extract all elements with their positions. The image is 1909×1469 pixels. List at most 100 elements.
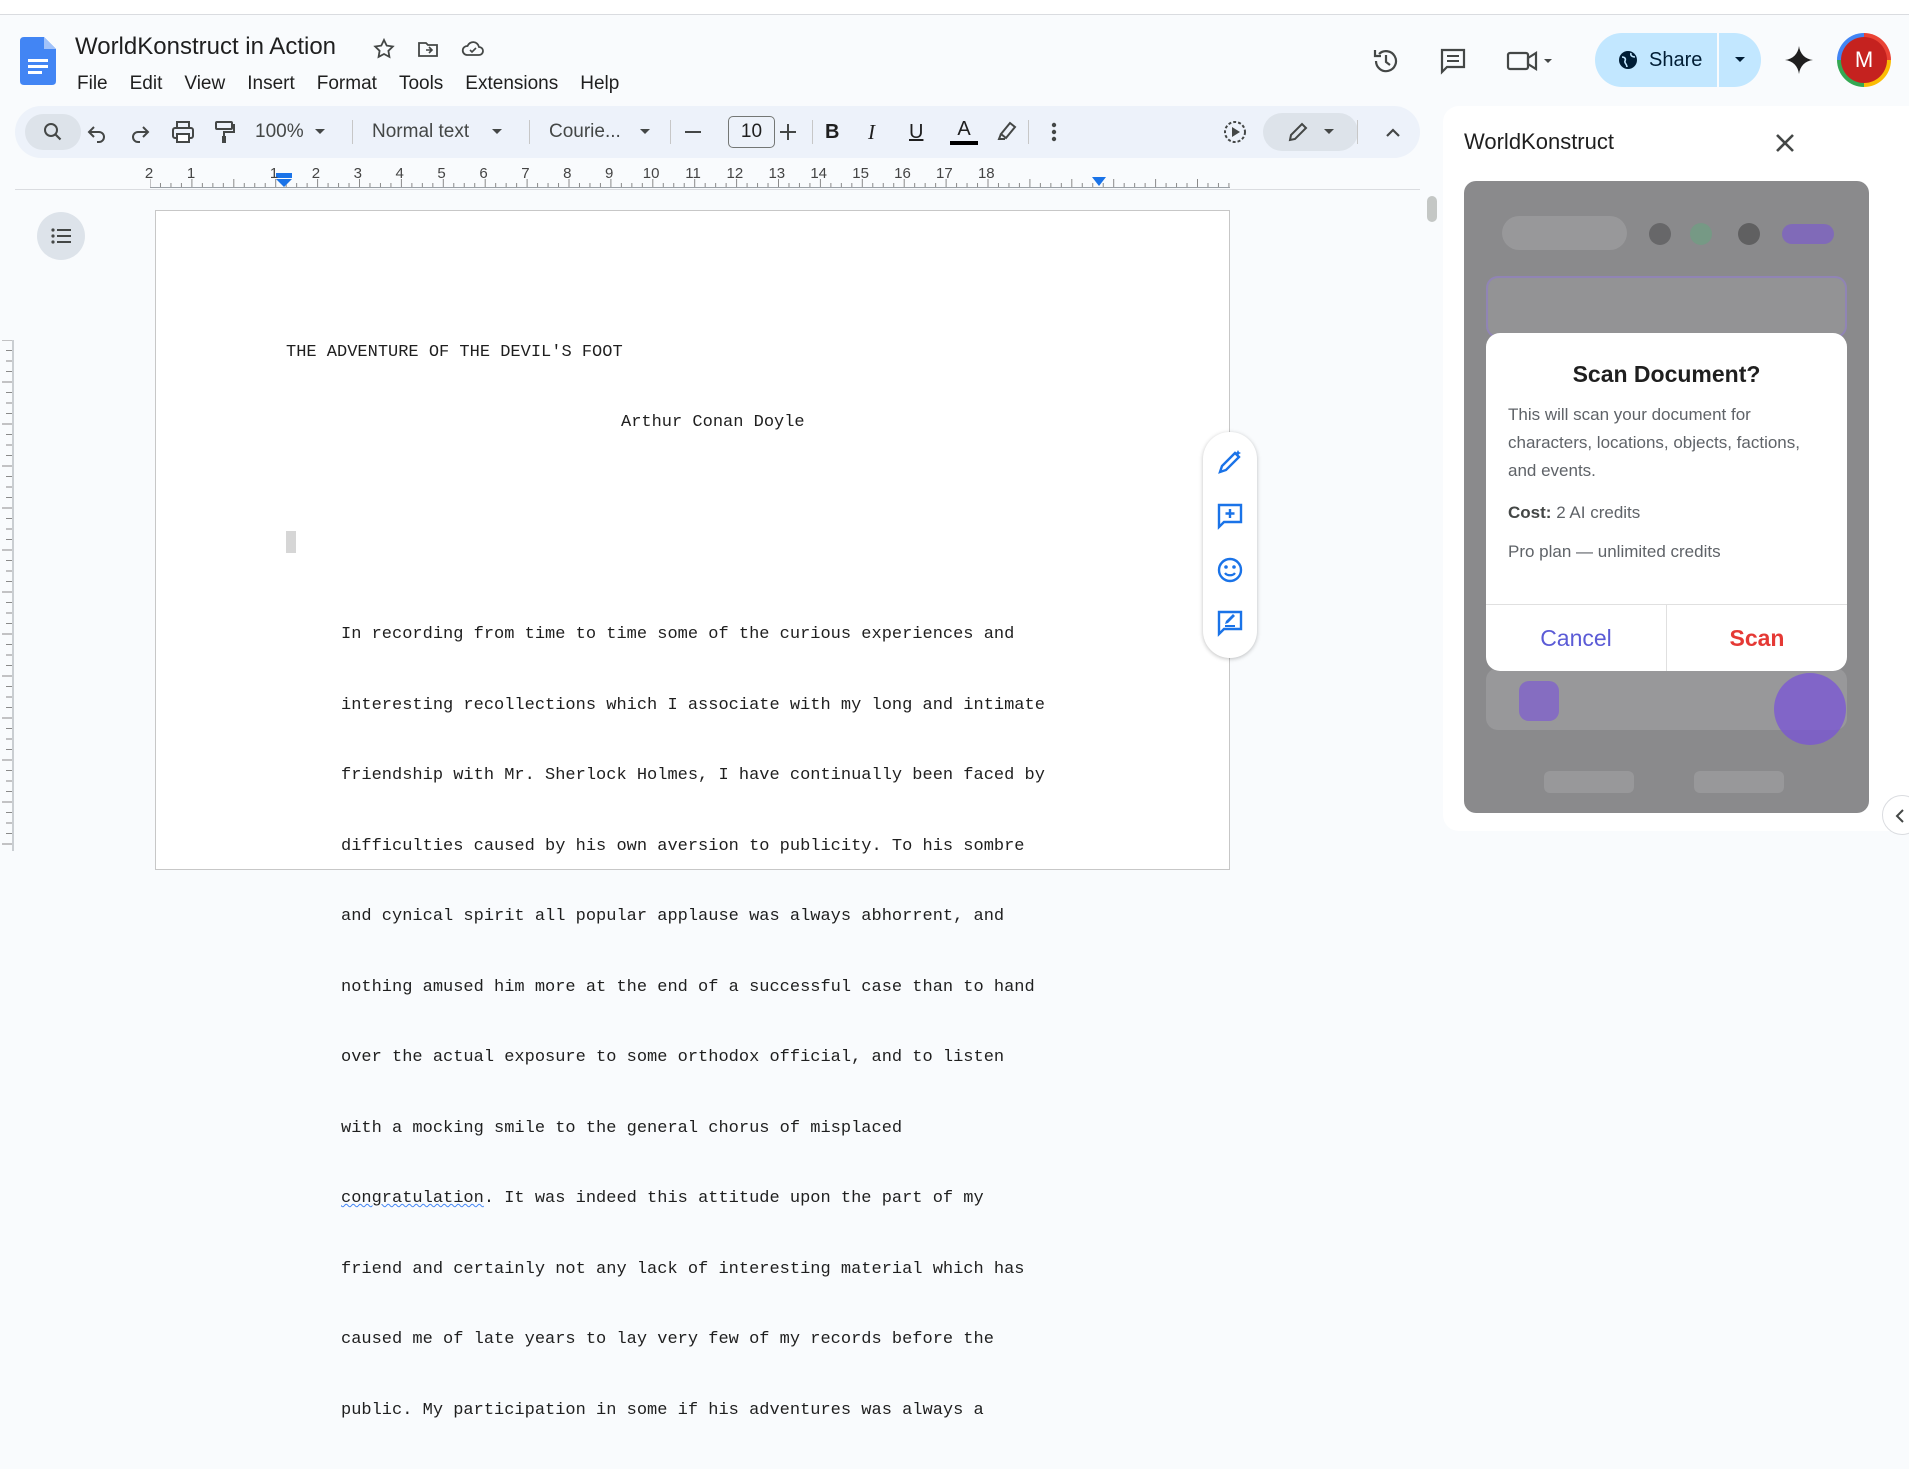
- browser-top-edge: [0, 0, 1909, 15]
- left-indent-marker-icon[interactable]: [276, 173, 292, 187]
- chevron-down-icon: [639, 129, 650, 134]
- italic-icon[interactable]: I: [868, 106, 875, 158]
- paragraph-style-select[interactable]: Normal text: [372, 106, 503, 158]
- version-history-icon[interactable]: [1370, 45, 1402, 77]
- body-line: nothing amused him more at the end of a …: [341, 977, 1035, 997]
- font-size-input[interactable]: 10: [728, 116, 775, 148]
- menu-tools[interactable]: Tools: [388, 67, 454, 101]
- right-indent-marker-icon[interactable]: [1092, 175, 1106, 187]
- avatar-initial: M: [1841, 37, 1887, 83]
- undo-icon[interactable]: [85, 120, 109, 144]
- star-icon[interactable]: [372, 37, 396, 61]
- share-label: Share: [1649, 48, 1703, 71]
- meet-video-icon[interactable]: [1505, 45, 1555, 77]
- body-line: with a mocking smile to the general chor…: [341, 1118, 903, 1138]
- body-line-with-spelling-error: congratulation. It was indeed this attit…: [341, 1189, 984, 1208]
- menu-view[interactable]: View: [173, 67, 236, 101]
- pencil-icon: [1288, 122, 1307, 142]
- emoji-reaction-icon[interactable]: [1216, 556, 1244, 584]
- dialog-title: Scan Document?: [1572, 361, 1761, 387]
- side-panel-title: WorldKonstruct: [1464, 129, 1614, 154]
- document-heading: THE ADVENTURE OF THE DEVIL'S FOOT: [286, 343, 623, 362]
- gemini-sparkle-icon[interactable]: [1783, 44, 1815, 76]
- text-cursor: [286, 531, 296, 553]
- zoom-value: 100%: [255, 121, 304, 142]
- menu-insert[interactable]: Insert: [236, 67, 306, 101]
- body-line: friend and certainly not any lack of int…: [341, 1259, 1025, 1279]
- document-outline-button[interactable]: [37, 212, 85, 260]
- bold-icon[interactable]: B: [825, 106, 839, 158]
- paragraph-style-value: Normal text: [372, 121, 470, 142]
- close-icon[interactable]: [1770, 128, 1800, 158]
- floating-action-bar: [1203, 432, 1257, 658]
- ruler-label: 17: [936, 165, 953, 182]
- menu-bar: File Edit View Insert Format Tools Exten…: [66, 67, 630, 101]
- add-comment-icon[interactable]: [1216, 502, 1244, 530]
- ruler-label: 16: [894, 165, 911, 182]
- cost-value: 2 AI credits: [1556, 503, 1641, 522]
- formatting-toolbar: 100% Normal text Courie... 10 B I U A: [15, 106, 1420, 158]
- more-options-icon[interactable]: [1051, 122, 1057, 142]
- document-body[interactable]: In recording from time to time some of t…: [341, 576, 1121, 1469]
- zoom-select[interactable]: 100%: [255, 106, 326, 158]
- google-docs-logo-icon[interactable]: [20, 37, 56, 85]
- menu-format[interactable]: Format: [306, 67, 388, 101]
- chevron-down-icon: [1735, 57, 1745, 62]
- share-button[interactable]: Share: [1595, 33, 1761, 87]
- menu-help[interactable]: Help: [569, 67, 630, 101]
- help-me-write-icon[interactable]: [1216, 448, 1244, 476]
- paint-format-icon[interactable]: [212, 119, 236, 145]
- highlight-color-icon[interactable]: [995, 118, 1019, 144]
- ruler-label: 14: [810, 165, 828, 182]
- horizontal-ruler[interactable]: 2 1 1 2 3 4 5 6 7 8 9 10 11 12 13 14 15 16 17 18: [145, 163, 1235, 189]
- vertical-scrollbar[interactable]: [1427, 196, 1437, 222]
- move-to-folder-icon[interactable]: [416, 37, 440, 61]
- blurred-search-box: [1502, 216, 1627, 250]
- menu-edit[interactable]: Edit: [119, 67, 174, 101]
- menu-extensions[interactable]: Extensions: [454, 67, 569, 101]
- text-color-icon[interactable]: A: [950, 106, 978, 158]
- comments-icon[interactable]: [1437, 45, 1469, 77]
- share-dropdown-button[interactable]: [1719, 33, 1761, 87]
- ruler-label: 15: [852, 165, 869, 182]
- ruler-label: 2: [311, 165, 321, 182]
- search-menus-button[interactable]: [25, 114, 81, 150]
- ruler-label: 10: [642, 165, 660, 182]
- underline-icon[interactable]: U: [909, 106, 923, 158]
- cloud-saved-icon[interactable]: [460, 37, 484, 61]
- ruler-label: 18: [977, 165, 995, 182]
- user-avatar[interactable]: M: [1837, 33, 1891, 87]
- vertical-ruler[interactable]: [0, 340, 14, 851]
- blurred-category-tabs: [1486, 276, 1847, 338]
- cancel-button[interactable]: Cancel: [1486, 605, 1666, 671]
- body-line: friendship with Mr. Sherlock Holmes, I h…: [341, 766, 1045, 785]
- document-page[interactable]: THE ADVENTURE OF THE DEVIL'S FOOT Arthur…: [155, 210, 1230, 1420]
- search-icon: [44, 123, 62, 141]
- document-title[interactable]: WorldKonstruct in Action: [75, 33, 336, 61]
- ruler-label: 2: [144, 165, 154, 182]
- editing-mode-select[interactable]: [1263, 113, 1358, 151]
- suggest-edits-icon[interactable]: [1216, 609, 1244, 637]
- worldkonstruct-side-panel: WorldKonstruct Scan Document? This will …: [1443, 106, 1909, 831]
- document-author: Arthur Conan Doyle: [621, 413, 805, 432]
- ruler-label: 1: [269, 165, 279, 182]
- dialog-plan-note: Pro plan — unlimited credits: [1508, 542, 1721, 561]
- font-family-select[interactable]: Courie...: [549, 106, 651, 158]
- ruler-label: 9: [605, 165, 614, 182]
- print-icon[interactable]: [170, 119, 196, 145]
- increase-font-size-icon[interactable]: [780, 124, 796, 140]
- menu-file[interactable]: File: [66, 67, 119, 101]
- hide-menus-chevron-up-icon[interactable]: [1385, 126, 1401, 138]
- spelling-error-word[interactable]: congratulation: [341, 1189, 484, 1208]
- body-line: In recording from time to time some of t…: [341, 625, 1015, 644]
- ruler-label: 1: [186, 165, 196, 182]
- ruler-label: 11: [685, 165, 701, 182]
- ruler-label: 6: [479, 165, 488, 182]
- decrease-font-size-icon[interactable]: [685, 130, 701, 134]
- chevron-down-icon: [1323, 129, 1334, 134]
- voice-typing-icon[interactable]: [1222, 119, 1248, 145]
- redo-icon[interactable]: [128, 120, 152, 144]
- docs-header: WorldKonstruct in Action File Edit View …: [0, 15, 1909, 105]
- chevron-left-icon: [1895, 809, 1904, 823]
- scan-button[interactable]: Scan: [1667, 605, 1847, 671]
